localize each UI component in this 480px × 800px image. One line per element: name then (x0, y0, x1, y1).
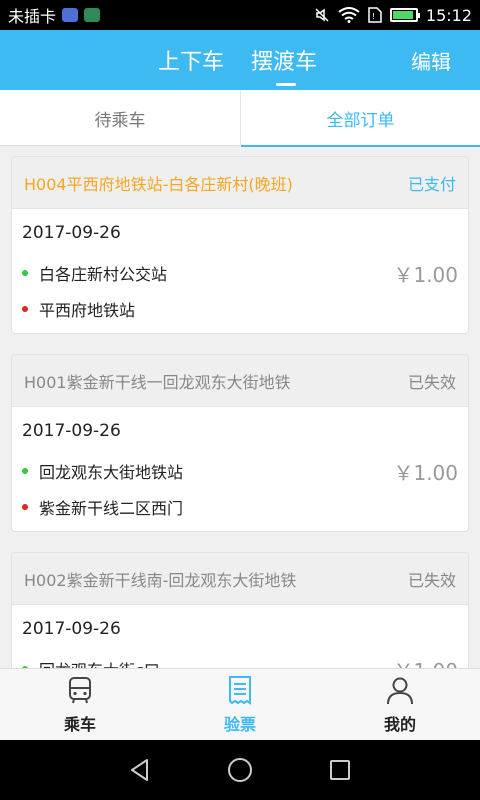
recents-square-icon (330, 760, 350, 780)
order-status: 已失效 (407, 570, 456, 590)
bus-icon (69, 676, 91, 703)
home-circle-icon (228, 758, 252, 782)
tab-board-alight[interactable]: 上下车 (158, 44, 224, 76)
order-list[interactable]: H004平西府地铁站-白各庄新村(晚班) 已支付 2017-09-26 白各庄新… (0, 146, 480, 668)
home-button[interactable] (226, 756, 254, 784)
order-route-title: H002紫金新干线南-回龙观东大街地铁 (24, 570, 297, 590)
nav-ride[interactable]: 乘车 (0, 669, 160, 740)
nav-profile[interactable]: 我的 (320, 669, 480, 740)
nav-profile-label: 我的 (383, 714, 416, 734)
recents-button[interactable] (326, 756, 354, 784)
order-date: 2017-09-26 (22, 223, 121, 243)
order-card[interactable]: H002紫金新干线南-回龙观东大街地铁 已失效 2017-09-26 回龙观东大… (11, 552, 469, 668)
battery-level (392, 11, 413, 19)
status-bar: 未插卡 ! 15:12 (0, 0, 480, 30)
alighting-stop: 平西府地铁站 (22, 291, 458, 327)
order-card-header: H001紫金新干线一回龙观东大街地铁 已失效 (12, 355, 468, 407)
status-right: ! 15:12 (314, 6, 472, 25)
edit-button[interactable]: 编辑 (411, 46, 451, 75)
order-status: 已失效 (407, 372, 456, 392)
tab-shuttle[interactable]: 摆渡车 (251, 44, 317, 76)
bottom-nav: 乘车 验票 我的 (0, 668, 480, 740)
order-route-title: H001紫金新干线一回龙观东大街地铁 (24, 372, 291, 392)
boarding-dot-icon (22, 468, 28, 474)
order-status: 已支付 (407, 174, 456, 194)
boarding-stop-label: 白各庄新村公交站 (39, 265, 168, 284)
alighting-stop: 紫金新干线二区西门 (22, 489, 458, 525)
ticket-icon (229, 675, 251, 705)
order-card-header: H002紫金新干线南-回龙观东大街地铁 已失效 (12, 553, 468, 605)
status-left: 未插卡 (8, 3, 101, 27)
order-date: 2017-09-26 (22, 421, 121, 441)
alighting-stop-label: 紫金新干线二区西门 (39, 499, 184, 518)
battery-icon (389, 8, 420, 22)
order-card[interactable]: H004平西府地铁站-白各庄新村(晚班) 已支付 2017-09-26 白各庄新… (11, 156, 469, 334)
order-price: ￥1.00 (393, 655, 458, 668)
profile-icon (387, 677, 413, 704)
back-triangle-icon (131, 759, 148, 781)
nav-ticket-check[interactable]: 验票 (160, 669, 320, 740)
active-tab-indicator (276, 83, 296, 86)
order-subtabs: 待乘车 全部订单 (0, 90, 480, 147)
no-sim-icon: ! (368, 7, 382, 23)
nav-ride-label: 乘车 (63, 714, 96, 734)
alighting-stop-label: 平西府地铁站 (39, 301, 136, 320)
subtab-pending[interactable]: 待乘车 (0, 90, 240, 146)
clock: 15:12 (425, 5, 472, 25)
alighting-dot-icon (22, 504, 28, 510)
boarding-stop-label: 回龙观东大街地铁站 (39, 463, 184, 482)
nav-ticket-check-label: 验票 (223, 714, 256, 734)
order-route-title: H004平西府地铁站-白各庄新村(晚班) (24, 174, 293, 194)
boarding-stop-label: 回龙观东大街c口 (39, 657, 160, 668)
app-header: 上下车 摆渡车 编辑 (0, 30, 480, 90)
svg-text:!: ! (372, 12, 375, 21)
wifi-icon (338, 7, 360, 23)
app-notification-icon (84, 8, 101, 22)
order-price: ￥1.00 (393, 461, 458, 485)
mute-icon (315, 8, 329, 22)
order-card[interactable]: H001紫金新干线一回龙观东大街地铁 已失效 2017-09-26 回龙观东大街… (11, 354, 469, 532)
order-price: ￥1.00 (393, 263, 458, 287)
boarding-dot-icon (22, 270, 28, 276)
order-date: 2017-09-26 (22, 619, 121, 639)
order-card-body: 2017-09-26 回龙观东大街地铁站 紫金新干线二区西门 ￥1.00 (12, 407, 468, 531)
alighting-dot-icon (22, 306, 28, 312)
subtab-all-orders[interactable]: 全部订单 (240, 90, 480, 147)
order-card-body: 2017-09-26 回龙观东大街c口 ￥1.00 (12, 605, 468, 668)
carrier-label: 未插卡 (8, 7, 57, 26)
order-card-header: H004平西府地铁站-白各庄新村(晚班) 已支付 (12, 157, 468, 209)
back-button[interactable] (126, 756, 154, 784)
system-nav-bar (0, 740, 480, 800)
order-card-body: 2017-09-26 白各庄新村公交站 平西府地铁站 ￥1.00 (12, 209, 468, 333)
shield-notification-icon (62, 8, 79, 22)
